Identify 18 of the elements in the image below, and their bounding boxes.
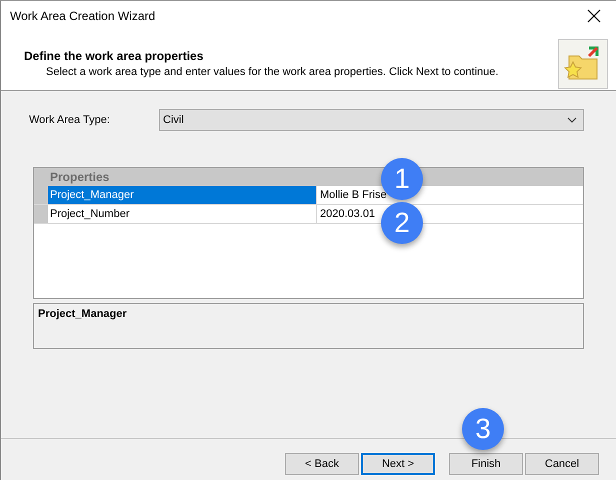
- work-area-type-dropdown[interactable]: Civil: [159, 109, 584, 131]
- property-value[interactable]: 2020.03.01: [320, 208, 376, 220]
- row-header: [34, 205, 48, 223]
- wizard-button[interactable]: Finish: [449, 453, 523, 475]
- wizard-button[interactable]: Next >: [361, 453, 435, 475]
- header-subtitle: Select a work area type and enter values for the work area properties. Click Next to continue.: [45, 66, 498, 78]
- header-title: Define the work area properties: [24, 49, 204, 63]
- close-icon: [587, 9, 601, 23]
- wizard-button[interactable]: < Back: [285, 453, 359, 475]
- property-description: Project_Manager: [33, 303, 584, 349]
- property-name[interactable]: Project_Number: [48, 205, 317, 223]
- number-callout: 3: [462, 408, 504, 450]
- property-value[interactable]: Mollie B Frise: [320, 189, 387, 201]
- work-area-type-label: Work Area Type:: [29, 114, 111, 126]
- wizard-button[interactable]: Cancel: [525, 453, 599, 475]
- window-title: Work Area Creation Wizard: [10, 9, 156, 23]
- chevron-down-icon: [567, 117, 577, 123]
- property-name[interactable]: Project_Manager: [48, 186, 317, 204]
